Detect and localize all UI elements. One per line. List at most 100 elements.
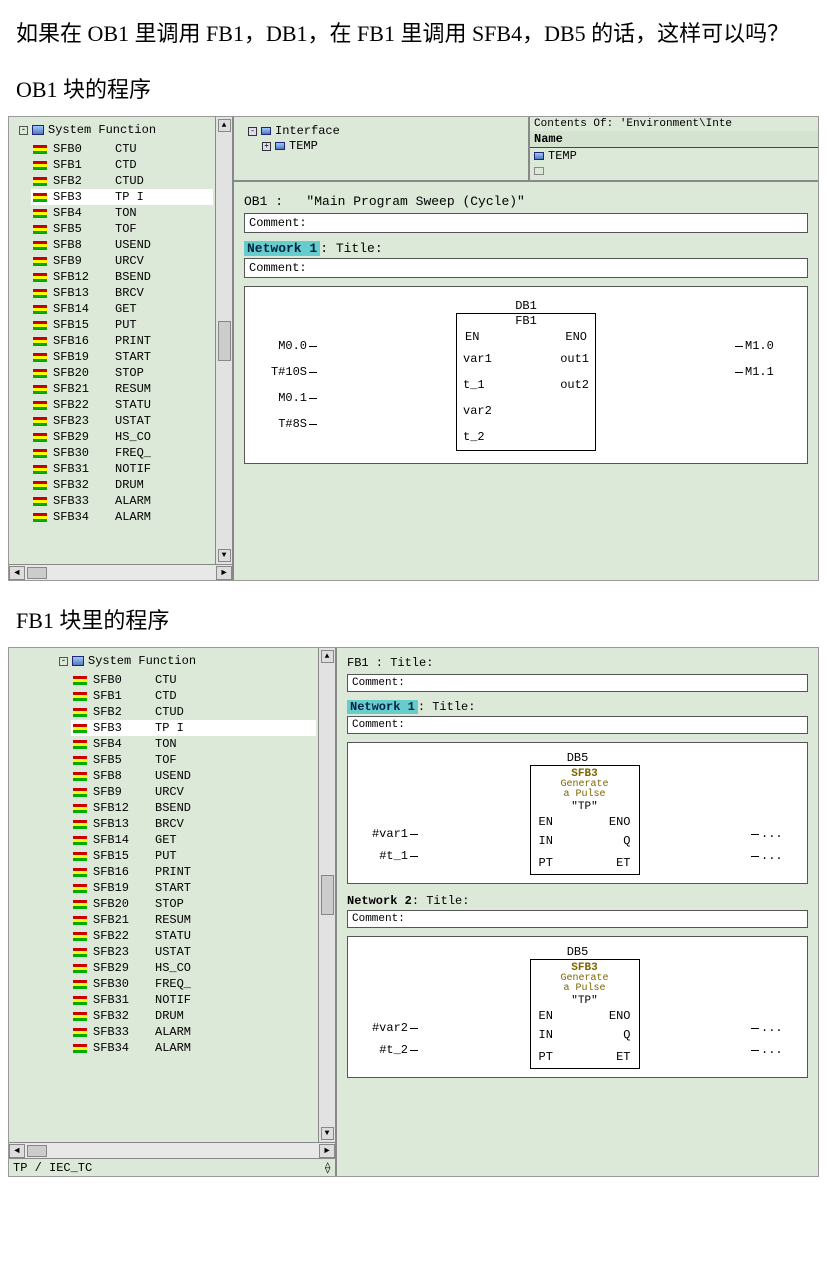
interface-tree[interactable]: - Interface + TEMP [234,117,528,180]
lib-item-sfb16[interactable]: SFB16PRINT [71,864,316,880]
lib-item-sfb33[interactable]: SFB33ALARM [31,493,213,509]
vscrollbar[interactable]: ▲ ▼ [215,117,232,564]
tree-root[interactable]: - System Function [19,123,213,137]
hscrollbar[interactable]: ◄ ► [9,564,232,580]
lad-editor[interactable]: OB1 : "Main Program Sweep (Cycle)" Comme… [234,182,818,580]
lib-item-sfb29[interactable]: SFB29HS_CO [31,429,213,445]
lib-item-sfb21[interactable]: SFB21RESUM [71,912,316,928]
lib-item-sfb5[interactable]: SFB5TOF [71,752,316,768]
tree-root-2[interactable]: - System Function [59,654,316,668]
lib-item-sfb30[interactable]: SFB30FREQ_ [71,976,316,992]
network-1-comment[interactable]: Comment: [244,258,808,278]
pin-output-value [733,385,793,411]
lib-item-sfb20[interactable]: SFB20STOP [31,365,213,381]
lib-item-sfb9[interactable]: SFB9URCV [31,253,213,269]
lib-item-sfb15[interactable]: SFB15PUT [31,317,213,333]
lib-item-sfb5[interactable]: SFB5TOF [31,221,213,237]
fb1-nw1-comment[interactable]: Comment: [347,716,808,734]
vscrollbar-2[interactable]: ▲ ▼ [318,648,335,1142]
fb1-nw2-lad[interactable]: DB5 #var2#t_2 SFB3 Generate a Pulse "TP"… [347,936,808,1078]
lib-item-sfb3[interactable]: SFB3TP I [31,189,213,205]
scroll-right-icon[interactable]: ► [216,566,232,580]
library-tree[interactable]: - System Function SFB0CTUSFB1CTDSFB2CTUD… [9,117,215,564]
empty-row[interactable] [530,164,818,180]
fb1-nw1-lad[interactable]: DB5 #var1#t_1 SFB3 Generate a Pulse "TP"… [347,742,808,884]
scroll-up-icon[interactable]: ▲ [218,119,231,132]
pin-icon[interactable]: ⟠ [324,1161,331,1175]
block-icon [73,852,87,861]
lib-item-sfb30[interactable]: SFB30FREQ_ [31,445,213,461]
lib-item-sfb4[interactable]: SFB4TON [31,205,213,221]
sfb3-call-2[interactable]: DB5 #var2#t_2 SFB3 Generate a Pulse "TP"… [356,945,799,1069]
lib-item-sfb22[interactable]: SFB22STATU [71,928,316,944]
scroll-right-icon[interactable]: ► [319,1144,335,1158]
lib-item-sfb4[interactable]: SFB4TON [71,736,316,752]
lib-item-sfb13[interactable]: SFB13BRCV [31,285,213,301]
minus-icon[interactable]: - [248,127,257,136]
lib-item-sfb9[interactable]: SFB9URCV [71,784,316,800]
fb1-nw2-comment[interactable]: Comment: [347,910,808,928]
lib-item-sfb31[interactable]: SFB31NOTIF [31,461,213,477]
lib-item-sfb13[interactable]: SFB13BRCV [71,816,316,832]
scroll-down-icon[interactable]: ▼ [321,1127,334,1140]
lib-item-name: SFB5 [53,222,109,236]
lib-item-sfb16[interactable]: SFB16PRINT [31,333,213,349]
lib-item-sfb12[interactable]: SFB12BSEND [71,800,316,816]
lib-item-sfb15[interactable]: SFB15PUT [71,848,316,864]
minus-icon[interactable]: - [59,657,68,666]
fb1-network-2-header[interactable]: Network 2: Title: [347,894,808,908]
lib-item-desc: BSEND [115,270,151,284]
hscroll-thumb[interactable] [27,567,47,579]
lib-item-sfb20[interactable]: SFB20STOP [71,896,316,912]
lib-item-sfb2[interactable]: SFB2CTUD [31,173,213,189]
temp-row[interactable]: TEMP [530,148,818,165]
fb1-network-1-header[interactable]: Network 1: Title: [347,700,808,714]
lib-item-sfb21[interactable]: SFB21RESUM [31,381,213,397]
lib-item-sfb3[interactable]: SFB3TP I [71,720,316,736]
fb1-call[interactable]: DB1 M0.0T#10SM0.1T#8S FB1 EN ENO var1out… [259,299,793,451]
lib-item-sfb0[interactable]: SFB0CTU [71,672,316,688]
lib-item-sfb32[interactable]: SFB32DRUM [71,1008,316,1024]
lib-item-name: SFB14 [93,833,149,847]
scroll-left-icon[interactable]: ◄ [9,566,25,580]
lib-item-sfb8[interactable]: SFB8USEND [31,237,213,253]
scroll-thumb[interactable] [321,875,334,915]
library-tree-2[interactable]: - System Function SFB0CTUSFB1CTDSFB2CTUD… [9,648,318,1142]
lib-item-sfb1[interactable]: SFB1CTD [71,688,316,704]
scroll-up-icon[interactable]: ▲ [321,650,334,663]
scroll-thumb[interactable] [218,321,231,361]
pin-input-name: IN [539,1028,553,1042]
lib-item-sfb1[interactable]: SFB1CTD [31,157,213,173]
network-1-header[interactable]: Network 1: Title: [244,241,808,256]
lib-item-sfb2[interactable]: SFB2CTUD [71,704,316,720]
lib-item-sfb12[interactable]: SFB12BSEND [31,269,213,285]
lib-item-sfb23[interactable]: SFB23USTAT [71,944,316,960]
sfb3-call-1[interactable]: DB5 #var1#t_1 SFB3 Generate a Pulse "TP"… [356,751,799,875]
lad-editor-2[interactable]: FB1 : Title: Comment: Network 1: Title: … [337,648,818,1176]
lib-item-sfb29[interactable]: SFB29HS_CO [71,960,316,976]
network-1-lad[interactable]: DB1 M0.0T#10SM0.1T#8S FB1 EN ENO var1out… [244,286,808,464]
scroll-down-icon[interactable]: ▼ [218,549,231,562]
lib-item-sfb34[interactable]: SFB34ALARM [71,1040,316,1056]
lib-item-sfb8[interactable]: SFB8USEND [71,768,316,784]
lib-item-sfb14[interactable]: SFB14GET [71,832,316,848]
lib-item-sfb0[interactable]: SFB0CTU [31,141,213,157]
lib-item-sfb33[interactable]: SFB33ALARM [71,1024,316,1040]
pin-input-name: PT [539,1050,553,1064]
plus-icon[interactable]: + [262,142,271,151]
lib-item-desc: STATU [155,929,191,943]
fb1-comment[interactable]: Comment: [347,674,808,692]
hscrollbar-2[interactable]: ◄ ► [9,1142,335,1158]
scroll-left-icon[interactable]: ◄ [9,1144,25,1158]
block-comment[interactable]: Comment: [244,213,808,233]
minus-icon[interactable]: - [19,126,28,135]
lib-item-sfb32[interactable]: SFB32DRUM [31,477,213,493]
lib-item-sfb22[interactable]: SFB22STATU [31,397,213,413]
hscroll-thumb[interactable] [27,1145,47,1157]
lib-item-sfb14[interactable]: SFB14GET [31,301,213,317]
lib-item-sfb19[interactable]: SFB19START [71,880,316,896]
lib-item-sfb19[interactable]: SFB19START [31,349,213,365]
lib-item-sfb31[interactable]: SFB31NOTIF [71,992,316,1008]
lib-item-sfb34[interactable]: SFB34ALARM [31,509,213,525]
lib-item-sfb23[interactable]: SFB23USTAT [31,413,213,429]
